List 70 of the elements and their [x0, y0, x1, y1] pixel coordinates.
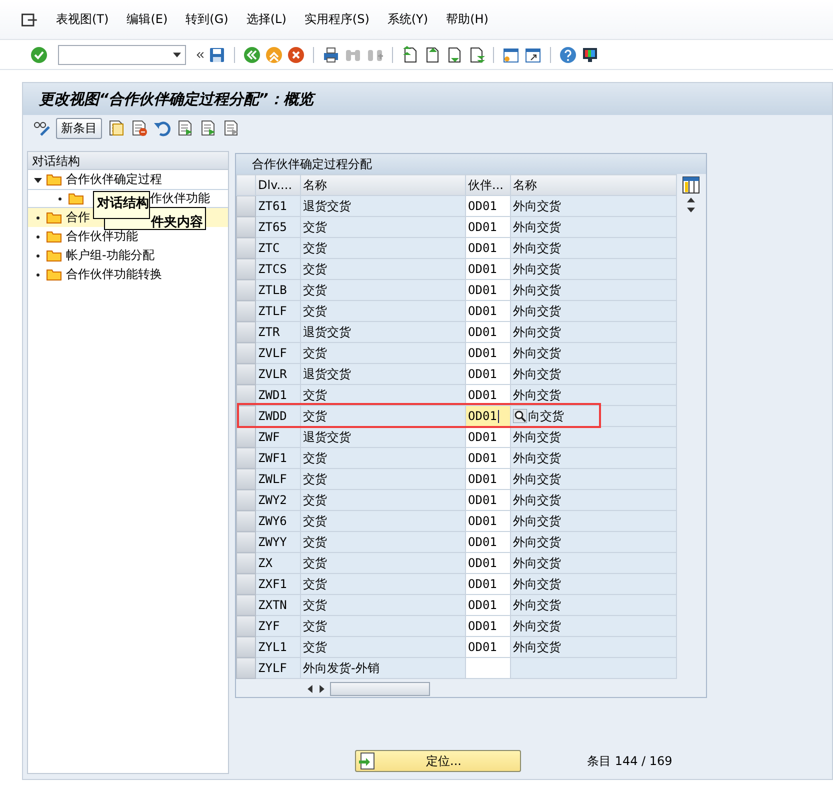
table-cell: 交货	[300, 510, 466, 532]
table-cell: 交货	[300, 216, 466, 238]
table-cell: 外向交货	[510, 238, 676, 258]
table-cell: 外向交货	[510, 574, 676, 594]
tooltip: 对话结构	[93, 191, 150, 219]
table-cell: 外向交货	[510, 426, 676, 448]
table-cell: ZXF1	[256, 574, 300, 594]
table-cell: 交货	[300, 490, 466, 510]
table-cell: 外向交货	[510, 322, 676, 342]
table-cell: 外向交货	[510, 636, 676, 658]
screen-title: 更改视图“合作伙伴确定过程分配”：概览	[23, 83, 832, 115]
table-cell: 交货	[300, 574, 466, 594]
table-cell: ZWF1	[256, 448, 300, 468]
table-cell: 交货	[300, 258, 466, 280]
table-cell: ZVLR	[256, 364, 300, 384]
table-title: 合作伙伴确定过程分配	[236, 154, 706, 174]
table-cell: ZWY2	[256, 490, 300, 510]
table-cell: 交货	[300, 300, 466, 322]
table-cell: ZX	[256, 552, 300, 574]
table-cell: 外向交货	[510, 280, 676, 300]
table-cell: ZTLF	[256, 300, 300, 322]
table-cell: 交货	[300, 406, 466, 426]
table-cell: 外向交货	[510, 468, 676, 490]
table-cell: 退货交货	[300, 196, 466, 216]
table-cell: 外向交货	[510, 510, 676, 532]
table-cell: ZYF	[256, 616, 300, 636]
table-cell: ZT61	[256, 196, 300, 216]
table-cell: 交货	[300, 532, 466, 552]
table-cell: 交货	[300, 342, 466, 364]
table-cell: 退货交货	[300, 322, 466, 342]
table-cell: 外向交货	[510, 300, 676, 322]
entry-count: 条目 144 / 169	[587, 752, 672, 770]
table-cell: 交货	[300, 616, 466, 636]
table-cell: 外向交货	[510, 384, 676, 406]
table-cell: 外向交货	[510, 364, 676, 384]
table-cell: 外向交货	[510, 552, 676, 574]
table-cell: 外向发货-外销	[300, 658, 466, 678]
table-cell: 交货	[300, 468, 466, 490]
table-cell: 向交货	[510, 406, 676, 426]
table-cell: 交货	[300, 448, 466, 468]
table-cell: ZWLF	[256, 468, 300, 490]
table-cell: 交货	[300, 594, 466, 616]
table-cell: ZTLB	[256, 280, 300, 300]
table-cell: 交货	[300, 238, 466, 258]
table-cell: 外向交货	[510, 616, 676, 636]
table-cell: 外向交货	[510, 490, 676, 510]
table-cell: ZXTN	[256, 594, 300, 616]
table-cell: 退货交货	[300, 364, 466, 384]
table-cell: 外向交货	[510, 216, 676, 238]
table-cell: 外向交货	[510, 258, 676, 280]
table-cell: ZTC	[256, 238, 300, 258]
table-cell: 交货	[300, 636, 466, 658]
table-cell: ZYLF	[256, 658, 300, 678]
table-cell: ZTR	[256, 322, 300, 342]
table-cell: 交货	[300, 552, 466, 574]
table-cell: ZYL1	[256, 636, 300, 658]
table-cell: ZTCS	[256, 258, 300, 280]
table-cell: 外向交货	[510, 532, 676, 552]
table-cell: ZWDD	[256, 406, 300, 426]
table-cell: 外向交货	[510, 342, 676, 364]
table-cell: ZT65	[256, 216, 300, 238]
table-cell: 外向交货	[510, 196, 676, 216]
table-cell: 退货交货	[300, 426, 466, 448]
table-cell: ZWY6	[256, 510, 300, 532]
table-cell: 交货	[300, 280, 466, 300]
table-cell: ZVLF	[256, 342, 300, 364]
tree-heading: 对话结构	[28, 152, 228, 170]
table-cell: 外向交货	[510, 448, 676, 468]
table-cell: ZWYY	[256, 532, 300, 552]
table-cell: 外向交货	[510, 594, 676, 616]
